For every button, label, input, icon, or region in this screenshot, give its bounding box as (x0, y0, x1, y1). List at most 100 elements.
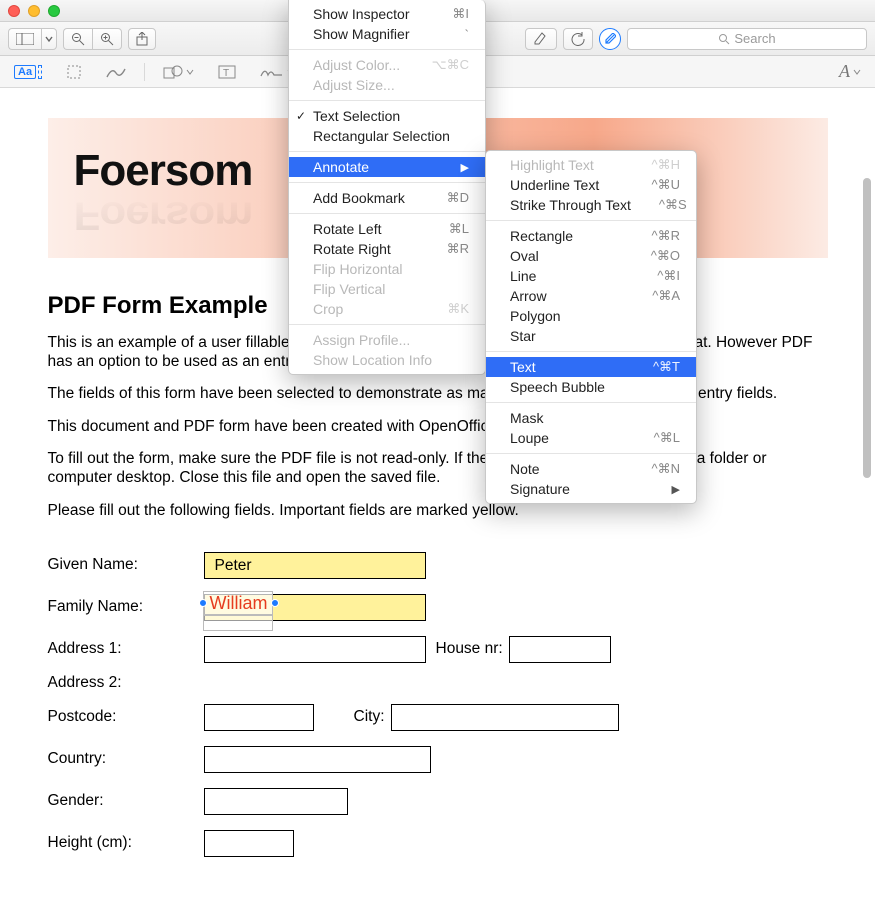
menu-line[interactable]: Line^⌘I (486, 266, 696, 286)
banner-logo: Foersom (74, 146, 253, 196)
postcode-label: Postcode: (48, 708, 204, 726)
menu-text[interactable]: Text^⌘T (486, 357, 696, 377)
banner-logo-reflection: Foersom (74, 193, 253, 238)
menu-text-selection[interactable]: ✓Text Selection (289, 106, 485, 126)
menu-separator (486, 402, 696, 403)
sketch-tool-button[interactable] (100, 60, 132, 84)
sketch-icon (106, 65, 126, 79)
sidebar-view-group (8, 28, 57, 50)
menu-rotate-right[interactable]: Rotate Right⌘R (289, 239, 485, 259)
menu-separator (486, 453, 696, 454)
menu-separator (289, 49, 485, 50)
zoom-in-button[interactable] (92, 28, 122, 50)
share-button[interactable] (128, 28, 156, 50)
menu-flip-horizontal: Flip Horizontal (289, 259, 485, 279)
text-tool-button[interactable]: Aa (8, 60, 48, 84)
menu-show-inspector[interactable]: Show Inspector⌘I (289, 4, 485, 24)
menu-separator (486, 220, 696, 221)
menu-separator (289, 151, 485, 152)
menu-highlight-text: Highlight Text^⌘H (486, 155, 696, 175)
view-sidebar-button[interactable] (8, 28, 41, 50)
zoom-in-icon (100, 32, 114, 46)
close-window-button[interactable] (8, 5, 20, 17)
gender-label: Gender: (48, 792, 204, 810)
menu-rotate-left[interactable]: Rotate Left⌘L (289, 219, 485, 239)
markup-button[interactable] (599, 28, 621, 50)
text-box-tool-button[interactable]: T (212, 60, 242, 84)
menu-underline-text[interactable]: Underline Text^⌘U (486, 175, 696, 195)
search-icon (718, 33, 730, 45)
sidebar-icon (16, 33, 34, 45)
zoom-out-button[interactable] (63, 28, 92, 50)
text-style-button[interactable]: A (833, 60, 867, 84)
menu-rect-selection[interactable]: Rectangular Selection (289, 126, 485, 146)
given-name-field[interactable]: Peter (204, 552, 426, 579)
given-name-label: Given Name: (48, 556, 204, 574)
vertical-scrollbar[interactable] (859, 178, 873, 897)
house-nr-field[interactable] (509, 636, 611, 663)
menu-oval[interactable]: Oval^⌘O (486, 246, 696, 266)
selection-tool-button[interactable] (60, 60, 88, 84)
highlighter-icon (533, 32, 549, 46)
menu-separator (486, 351, 696, 352)
rotate-icon (571, 32, 585, 46)
menu-crop: Crop⌘K (289, 299, 485, 319)
paragraph: To fill out the form, make sure the PDF … (48, 450, 828, 487)
height-label: Height (cm): (48, 834, 204, 852)
view-sidebar-dropdown[interactable] (41, 28, 57, 50)
house-nr-label: House nr: (436, 640, 503, 658)
search-input[interactable]: Search (627, 28, 867, 50)
menu-show-magnifier[interactable]: Show Magnifier` (289, 24, 485, 44)
share-icon (136, 32, 148, 46)
menu-speech-bubble[interactable]: Speech Bubble (486, 377, 696, 397)
address2-label: Address 2: (48, 674, 204, 692)
menu-flip-vertical: Flip Vertical (289, 279, 485, 299)
menu-arrow[interactable]: Arrow^⌘A (486, 286, 696, 306)
selection-icon (66, 64, 82, 80)
text-box-icon: T (218, 65, 236, 79)
paragraph: Please fill out the following fields. Im… (48, 502, 828, 521)
zoom-group (63, 28, 122, 50)
city-field[interactable] (391, 704, 619, 731)
selection-handle-left[interactable] (199, 599, 207, 607)
highlight-button[interactable] (525, 28, 557, 50)
country-field[interactable] (204, 746, 431, 773)
menu-signature[interactable]: Signature▶ (486, 479, 696, 499)
shapes-tool-button[interactable] (157, 60, 200, 84)
menu-polygon[interactable]: Polygon (486, 306, 696, 326)
zoom-window-button[interactable] (48, 5, 60, 17)
menu-note[interactable]: Note^⌘N (486, 459, 696, 479)
text-style-icon: A (839, 61, 850, 82)
scrollbar-thumb[interactable] (863, 178, 871, 478)
gender-field[interactable] (204, 788, 348, 815)
menu-strike-text[interactable]: Strike Through Text^⌘S (486, 195, 696, 215)
check-icon: ✓ (296, 109, 306, 123)
search-placeholder: Search (734, 31, 775, 46)
chevron-down-icon (853, 68, 861, 76)
menu-rectangle[interactable]: Rectangle^⌘R (486, 226, 696, 246)
address1-label: Address 1: (48, 640, 204, 658)
menu-separator (289, 324, 485, 325)
address1-field[interactable] (204, 636, 426, 663)
menu-adjust-size: Adjust Size... (289, 75, 485, 95)
shapes-icon (163, 64, 183, 80)
menu-star[interactable]: Star (486, 326, 696, 346)
postcode-field[interactable] (204, 704, 314, 731)
country-label: Country: (48, 750, 204, 768)
submenu-arrow-icon: ▶ (433, 161, 469, 174)
signature-icon (260, 65, 284, 79)
menu-separator (289, 182, 485, 183)
rotate-button[interactable] (563, 28, 593, 50)
menu-add-bookmark[interactable]: Add Bookmark⌘D (289, 188, 485, 208)
menu-annotate[interactable]: Annotate▶ (289, 157, 485, 177)
family-name-label: Family Name: (48, 598, 204, 616)
selection-handle-right[interactable] (271, 599, 279, 607)
text-annotation[interactable]: William (203, 591, 273, 615)
menu-assign-profile: Assign Profile... (289, 330, 485, 350)
traffic-lights (8, 5, 60, 17)
paragraph: The fields of this form have been select… (48, 385, 828, 404)
menu-mask[interactable]: Mask (486, 408, 696, 428)
height-field[interactable] (204, 830, 294, 857)
menu-loupe[interactable]: Loupe^⌘L (486, 428, 696, 448)
minimize-window-button[interactable] (28, 5, 40, 17)
